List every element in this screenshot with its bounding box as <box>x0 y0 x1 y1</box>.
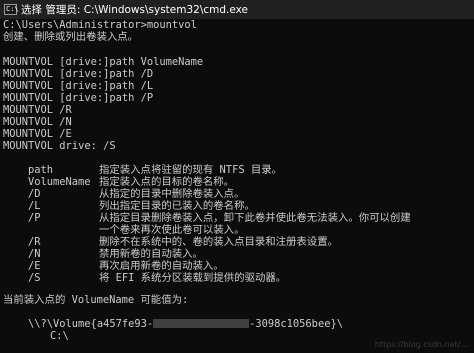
watermark: https://blog.csdn.net/... <box>374 340 468 350</box>
volume-guid-prefix: \\?\Volume{a457fe93- <box>28 318 154 330</box>
command-description: 创建、删除或列出卷装入点。 <box>3 31 139 43</box>
usage-line: MOUNTVOL [drive:]path VolumeName <box>3 56 204 68</box>
option-key: /E <box>28 260 41 272</box>
option-key: /N <box>28 248 41 260</box>
option-desc: 一个卷来再次使此卷可以装入。 <box>99 224 245 236</box>
title-bar[interactable]: C:\ 选择 管理员: C:\Windows\system32\cmd.exe <box>0 0 474 19</box>
current-mount-label: 当前装入点的 VolumeName 可能值为: <box>3 294 189 306</box>
option-key: VolumeName <box>28 176 91 188</box>
mount-point: C:\ <box>50 330 69 342</box>
option-desc: 指定装入点将驻留的现有 NTFS 目录。 <box>99 164 283 176</box>
window-title: 选择 管理员: C:\Windows\system32\cmd.exe <box>21 4 249 16</box>
option-key: /P <box>28 212 41 224</box>
volume-guid-suffix: -3098c1056bee}\ <box>249 318 343 330</box>
option-desc: 从指定目录删除卷装入点，卸下此卷并使此卷无法装入。你可以创建 <box>99 212 411 224</box>
option-desc: 列出指定目录的已装入的卷名称。 <box>99 200 255 212</box>
option-desc: 再次启用新卷的自动装入。 <box>99 260 224 272</box>
usage-line: MOUNTVOL [drive:]path /D <box>3 68 154 80</box>
option-desc: 禁用新卷的自动装入。 <box>99 248 203 260</box>
option-key: /L <box>28 200 41 212</box>
usage-line: MOUNTVOL [drive:]path /L <box>3 80 154 92</box>
option-desc: 指定装入点的目标的卷名称。 <box>99 176 235 188</box>
console-output[interactable]: C:\Users\Administrator>mountvol 创建、删除或列出… <box>0 19 474 353</box>
volume-guid-line: \\?\Volume{a457fe93- -3098c1056bee}\ <box>28 318 343 331</box>
option-desc: 删除不在系统中的、卷的装入点目录和注册表设置。 <box>99 236 338 248</box>
usage-line: MOUNTVOL drive: /S <box>3 140 116 152</box>
usage-line: MOUNTVOL /E <box>3 128 72 140</box>
usage-line: MOUNTVOL [drive:]path /P <box>3 92 154 104</box>
usage-line: MOUNTVOL /R <box>3 104 72 116</box>
option-key: /R <box>28 236 41 248</box>
command-prompt: C:\Users\Administrator>mountvol <box>3 19 197 31</box>
usage-line: MOUNTVOL /N <box>3 116 72 128</box>
option-key: /S <box>28 272 41 284</box>
cmd-app-icon: C:\ <box>4 4 19 15</box>
option-desc: 将 EFI 系统分区装载到提供的驱动器。 <box>99 272 287 284</box>
option-key: path <box>28 164 54 176</box>
option-key: /D <box>28 188 41 200</box>
redacted-block <box>153 319 250 328</box>
option-desc: 从指定的目录中删除卷装入点。 <box>99 188 245 200</box>
cmd-window: C:\ 选择 管理员: C:\Windows\system32\cmd.exe … <box>0 0 474 353</box>
